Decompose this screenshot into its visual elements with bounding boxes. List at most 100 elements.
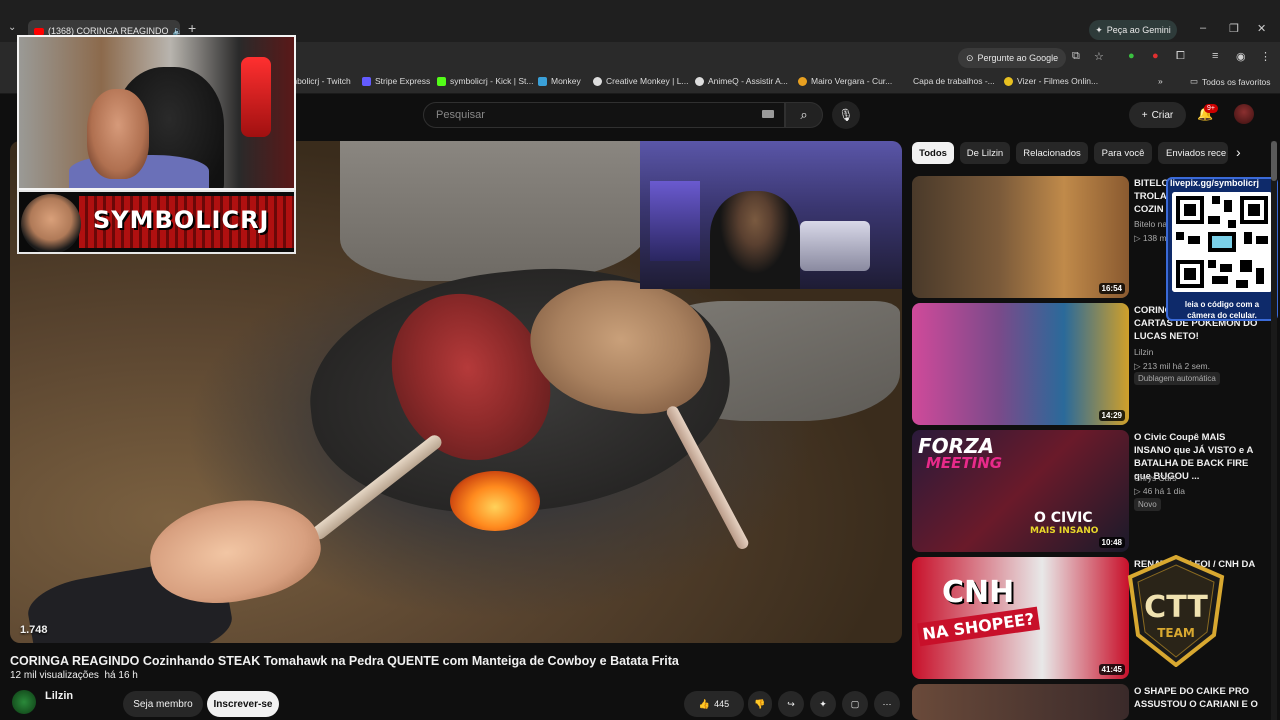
bookmark-item[interactable]: AnimeQ - Assistir A... [695, 76, 788, 86]
all-bookmarks-folder[interactable]: ▭ Todos os favoritos [1190, 76, 1271, 87]
rec-stats-text: 213 mil há 2 sem. [1142, 361, 1210, 371]
save-icon: ▢ [850, 698, 860, 709]
rec-thumbnail[interactable]: CNH NA SHOPEE? 41:45 [912, 557, 1129, 679]
profile-icon[interactable]: ◉ [1236, 50, 1246, 63]
rec-channel[interactable]: Chrys Cars [1134, 473, 1177, 483]
keyboard-icon[interactable] [762, 110, 774, 118]
inset-person [710, 191, 800, 289]
rec-channel[interactable]: Bitelo na [1134, 219, 1166, 229]
inset-desk [800, 221, 870, 271]
bookmark-item[interactable]: Vizer - Filmes Onlin... [1004, 76, 1098, 86]
share-button[interactable]: ↪ [778, 691, 804, 717]
media-controls-icon[interactable]: ≡ [1212, 50, 1218, 62]
minimize-icon[interactable]: – [1200, 22, 1206, 34]
tab-search-icon[interactable]: ⌄ [8, 22, 16, 33]
streamer-name-banner: SYMBOLICRJ [17, 190, 296, 254]
subscribe-button[interactable]: Inscrever-se [207, 691, 279, 717]
rec-title[interactable]: BITELO TROLAL COZIN [1134, 177, 1168, 216]
ctt-text: CTT [1144, 590, 1208, 625]
install-icon[interactable]: ⧉ [1072, 50, 1080, 63]
like-button[interactable]: 👍 445 [684, 691, 744, 717]
rec-thumbnail[interactable] [912, 684, 1129, 720]
search-placeholder: Pesquisar [436, 109, 485, 121]
thanks-button[interactable]: ✦ [810, 691, 836, 717]
gemini-button[interactable]: ✦ Peça ao Gemini [1089, 20, 1177, 40]
more-actions-button[interactable]: ⋯ [874, 691, 900, 717]
rec-thumbnail[interactable]: FORZA MEETING O CIVIC MAIS INSANO 10:48 [912, 430, 1129, 552]
like-count: 445 [714, 699, 730, 709]
bookmark-item[interactable]: Mairo Vergara - Cur... [798, 76, 892, 86]
save-button[interactable]: ▢ [842, 691, 868, 717]
monkey-icon [538, 76, 547, 86]
webcam-face [87, 89, 149, 179]
extension-green-icon[interactable]: ● [1128, 50, 1135, 62]
rec-channel[interactable]: Lilzin [1134, 347, 1153, 357]
bookmark-item[interactable]: symbolicrj - Kick | St... [437, 76, 533, 86]
globe-icon [695, 76, 704, 86]
page-icon [900, 76, 909, 86]
rec-thumbnail[interactable]: 14:29 [912, 303, 1129, 425]
extensions-puzzle-icon[interactable]: ⧠ [1176, 50, 1185, 63]
rec-duration: 16:54 [1098, 283, 1125, 294]
chip-for-you[interactable]: Para você [1094, 142, 1152, 164]
scrollbar-thumb[interactable] [1271, 141, 1277, 181]
close-window-icon[interactable]: ✕ [1257, 22, 1266, 35]
rec-stats: ▷ 213 mil há 2 sem. [1134, 361, 1210, 371]
chip-all[interactable]: Todos [912, 142, 954, 164]
rec-stats: ▷ 138 m [1134, 233, 1167, 243]
search-icon: ⌕ [800, 107, 808, 122]
chip-related[interactable]: Relacionados [1016, 142, 1088, 164]
new-tab-button[interactable]: + [188, 20, 196, 36]
cartoon-avatar [21, 194, 81, 252]
search-input[interactable]: Pesquisar [423, 102, 785, 128]
bookmark-item[interactable]: mbolicrj - Twitch [290, 76, 351, 86]
ctt-shield-graphic: CTT TEAM [1127, 554, 1225, 668]
rec-thumbnail[interactable]: 16:54 [912, 176, 1129, 298]
mairo-icon [798, 76, 807, 86]
chevron-right-icon[interactable]: › [1236, 144, 1241, 160]
rec-title[interactable]: O SHAPE DO CAIKE PRO ASSUSTOU O CARIANI … [1134, 685, 1262, 711]
voice-search-button[interactable]: 🎙 [832, 101, 860, 129]
create-button[interactable]: + Criar [1129, 102, 1186, 128]
bookmark-label: Stripe Express [375, 76, 431, 86]
restore-icon[interactable]: ❐ [1229, 22, 1239, 35]
search-button[interactable]: ⌕ [785, 102, 823, 128]
rec-duration: 10:48 [1098, 537, 1125, 548]
channel-avatar[interactable] [12, 690, 36, 714]
rec-stats-text: 46 há 1 dia [1142, 486, 1185, 496]
chip-uploaded[interactable]: Enviados rece [1158, 142, 1228, 164]
plus-icon: + [1141, 109, 1148, 121]
join-button[interactable]: Seja membro [123, 691, 203, 717]
thumb-text: O CIVIC [1034, 510, 1093, 526]
webcam-mic [241, 57, 271, 137]
chip-from-channel[interactable]: De Lilzin [960, 142, 1010, 164]
view-count: 12 mil visualizações [10, 670, 99, 681]
account-avatar[interactable] [1234, 104, 1254, 124]
bookmark-label: symbolicrj - Kick | St... [450, 76, 534, 86]
more-bookmarks-icon[interactable]: » [1158, 76, 1163, 86]
page-scrollbar[interactable] [1271, 141, 1277, 720]
rec-duration: 41:45 [1098, 664, 1125, 675]
video-title: CORINGA REAGINDO Cozinhando STEAK Tomaha… [10, 654, 679, 668]
qr-code-graphic [1172, 192, 1272, 292]
ask-google-button[interactable]: ⊙ Pergunte ao Google [958, 48, 1067, 68]
thumb-text: MEETING [926, 454, 1003, 472]
all-bookmarks-label: Todos os favoritos [1202, 76, 1271, 87]
bookmark-label: Vizer - Filmes Onlin... [1017, 76, 1099, 86]
bookmark-label: Mairo Vergara - Cur... [811, 76, 893, 86]
dislike-button[interactable]: 👎 [748, 691, 772, 717]
bookmark-item[interactable]: Creative Monkey | L... [593, 76, 689, 86]
bookmark-item[interactable]: Monkey [538, 76, 581, 86]
bookmark-star-icon[interactable]: ☆ [1094, 50, 1104, 63]
webcam-overlay [17, 35, 296, 190]
bookmark-item[interactable]: Stripe Express [362, 76, 430, 86]
browser-menu-icon[interactable]: ⋮ [1260, 50, 1271, 63]
channel-name[interactable]: Lilzin [45, 690, 73, 702]
extension-red-icon[interactable]: ● [1152, 50, 1159, 62]
bookmark-item[interactable]: Capa de trabalhos -... [900, 76, 995, 86]
auto-dub-badge: Dublagem automática [1134, 372, 1220, 385]
stripe-icon [362, 76, 371, 86]
thumbs-down-icon: 👎 [754, 698, 766, 709]
upload-age: há 16 h [104, 670, 138, 681]
bookmark-label: mbolicrj - Twitch [290, 76, 351, 86]
